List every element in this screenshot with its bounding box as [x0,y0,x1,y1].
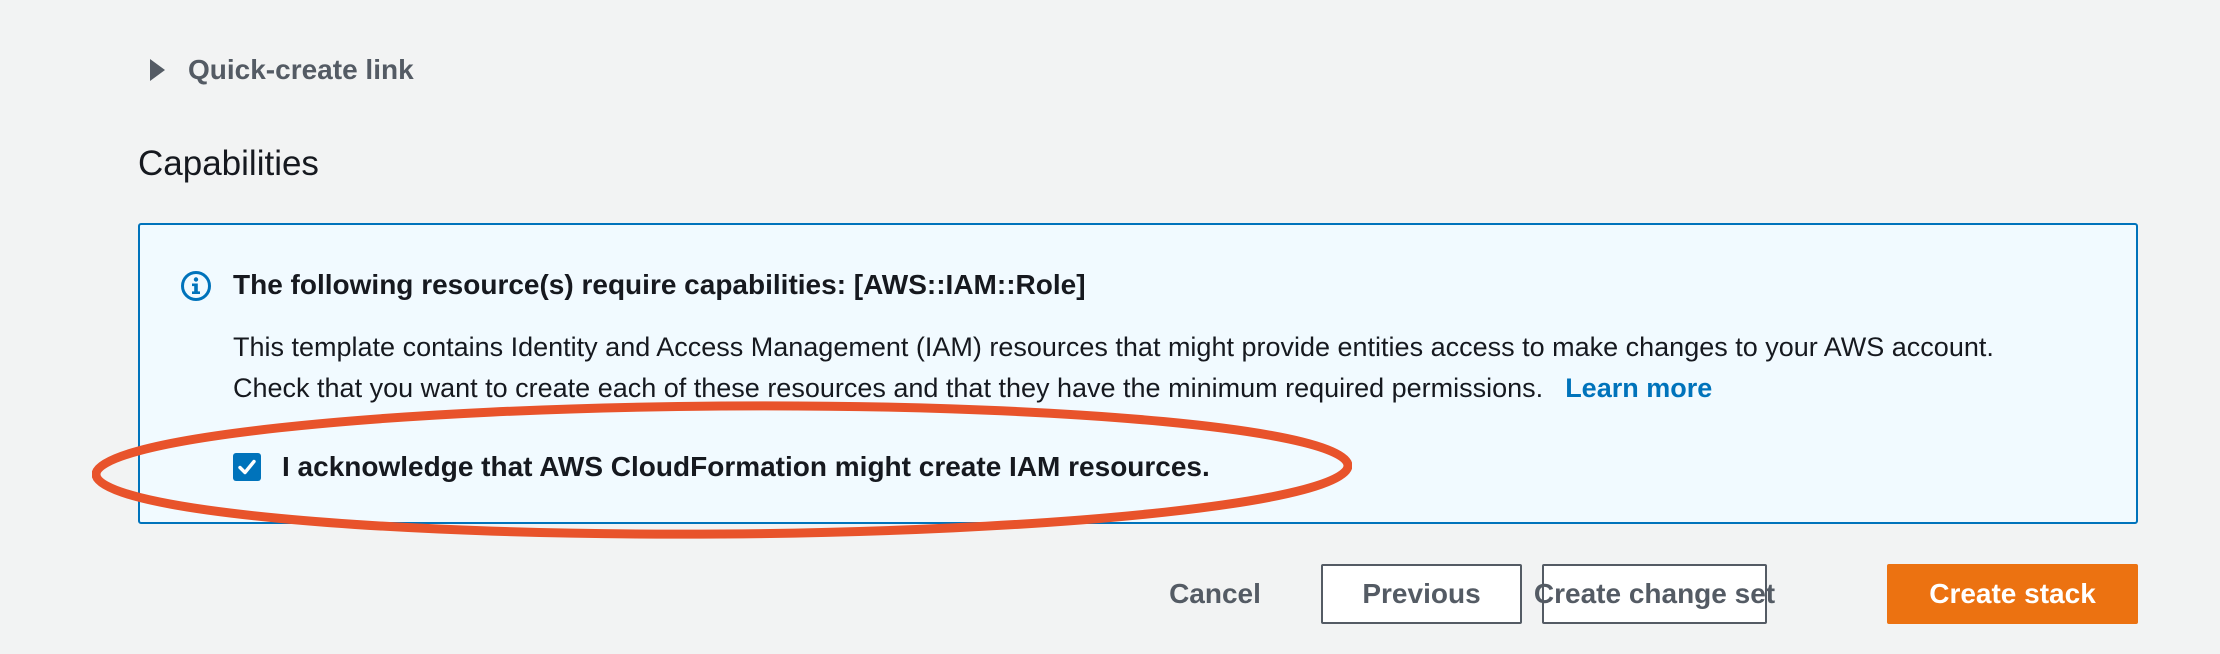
alert-header: The following resource(s) require capabi… [233,269,1086,300]
acknowledge-iam-checkbox[interactable] [233,453,261,481]
alert-body-line-1: This template contains Identity and Acce… [233,332,1994,362]
alert-body-line-2: Check that you want to create each of th… [233,373,1544,403]
cancel-button[interactable]: Cancel [1150,564,1280,624]
capabilities-info-alert: The following resource(s) require capabi… [138,223,2138,524]
quick-create-link-label: Quick-create link [188,54,414,85]
alert-body: This template contains Identity and Acce… [233,327,2123,409]
create-stack-button[interactable]: Create stack [1887,564,2138,624]
page: Quick-create link Capabilities The follo… [0,0,2220,654]
quick-create-link-expander[interactable]: Quick-create link [150,54,414,86]
capabilities-heading: Capabilities [138,144,319,183]
caret-right-icon [150,59,165,81]
acknowledge-iam-label: I acknowledge that AWS CloudFormation mi… [282,451,1210,482]
info-icon [181,271,211,301]
learn-more-link[interactable]: Learn more [1565,373,1712,403]
check-icon [238,459,256,475]
create-change-set-button[interactable]: Create change set [1534,564,1775,624]
previous-button[interactable]: Previous [1321,564,1522,624]
acknowledge-iam-row[interactable]: I acknowledge that AWS CloudFormation mi… [233,451,1210,483]
